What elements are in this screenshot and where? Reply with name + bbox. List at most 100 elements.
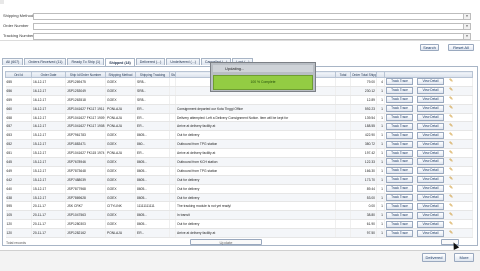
order-number-field[interactable]: ▼ [33, 23, 471, 30]
table-cell: GOEX [105, 86, 136, 96]
more-button[interactable]: More [454, 253, 474, 262]
search-button[interactable]: Search [420, 44, 439, 51]
edit-icon[interactable]: ✎ [449, 105, 453, 111]
view-detail-button[interactable]: View Detail [417, 229, 444, 237]
tab-3[interactable]: Shipped (18) [105, 58, 135, 66]
table-row[interactable]: 595 20-11-17 JSK CRK7 CITYLINK 11111111111 Th… [5, 201, 473, 212]
edit-icon[interactable]: ✎ [449, 167, 453, 173]
table-row[interactable]: 651 15-12-17 JSP1041627 FK115 1974 PONLAJU E… [5, 148, 473, 159]
chevron-down-icon[interactable]: ▼ [463, 14, 470, 19]
table-cell: CITYLINK [105, 201, 136, 212]
table-cell: ER... [135, 121, 170, 132]
table-cell: 15-12-17 [31, 175, 66, 185]
track-trace-button[interactable]: Track Trace [386, 105, 413, 113]
edit-icon[interactable]: ✎ [449, 212, 453, 218]
view-detail-button[interactable]: View Detail [417, 220, 444, 228]
reset-all-button[interactable]: Reset All [448, 44, 474, 51]
table-row[interactable]: 120 20-11-17 JSP1280303 GOEX 8605... Out for … [5, 219, 473, 230]
track-trace-button[interactable]: Track Trace [386, 122, 413, 130]
view-detail-button[interactable]: View Detail [417, 158, 444, 166]
edit-icon[interactable]: ✎ [449, 87, 453, 93]
view-detail-button[interactable]: View Detail [417, 96, 444, 104]
table-row[interactable]: 642 15-12-17 JSP7488039 GOEX 8605... Out for … [5, 175, 473, 185]
table-cell [175, 95, 336, 105]
tab-5[interactable]: Undelivered (...) [166, 58, 200, 65]
edit-icon[interactable]: ✎ [449, 194, 453, 200]
track-trace-button[interactable]: Track Trace [386, 229, 413, 237]
edit-icon[interactable]: ✎ [449, 203, 453, 209]
track-trace-button[interactable]: Track Trace [386, 211, 413, 219]
edit-icon[interactable]: ✎ [449, 78, 453, 84]
track-trace-button[interactable]: Track Trace [386, 220, 413, 228]
view-detail-button[interactable]: View Detail [417, 140, 444, 148]
view-detail-button[interactable]: View Detail [417, 122, 444, 130]
tab-2[interactable]: Ready To Ship (1) [67, 58, 105, 65]
table-row[interactable]: 659 16-12-17 JSP1263518 GOEX SR8... 12.89 1 Tra… [5, 95, 473, 105]
table-row[interactable]: 660 16-12-17 JSP1041627 FK117 1911 PONLAJU E… [5, 104, 473, 114]
table-row[interactable]: 649 15-12-17 JSP7873648 GOEX 8605... Outbound… [5, 166, 473, 176]
table-row[interactable]: 657 16-12-17 JSP1041627 FK117 1908 PONLAJU E… [5, 121, 473, 132]
tab-4[interactable]: Delivered (...) [135, 58, 166, 65]
view-detail-button[interactable]: View Detail [417, 211, 444, 219]
track-trace-button[interactable]: Track Trace [386, 78, 413, 86]
chevron-down-icon[interactable]: ▼ [463, 34, 470, 39]
tab-0[interactable]: All (607) [2, 58, 24, 65]
table-cell: 1 [376, 175, 385, 185]
table-row[interactable]: 105 20-11-17 JSP1047563 GOEX 8605... In trans… [5, 210, 473, 221]
edit-icon[interactable]: ✎ [449, 221, 453, 227]
view-detail-button[interactable]: View Detail [417, 176, 444, 184]
view-detail-button[interactable]: View Detail [417, 202, 444, 210]
chevron-down-icon[interactable]: ▼ [463, 24, 470, 29]
edit-icon[interactable]: ✎ [449, 150, 453, 156]
track-trace-button[interactable]: Track Trace [386, 185, 413, 193]
tracking-number-field[interactable]: ▼ [33, 33, 471, 40]
shipping-method-label: Shipping Method [3, 13, 34, 18]
track-trace-button[interactable]: Track Trace [386, 158, 413, 166]
track-trace-button[interactable]: Track Trace [386, 202, 413, 210]
shipping-method-select[interactable]: ▼ [33, 13, 471, 20]
update-button[interactable]: Update [190, 239, 262, 245]
edit-icon[interactable]: ✎ [449, 230, 453, 236]
table-row[interactable]: 658 16-12-17 JSP1041627 FK117 1909 PONLAJU E… [5, 113, 473, 123]
progress-bar: 100 % Complete [213, 75, 313, 90]
view-detail-button[interactable]: View Detail [417, 149, 444, 157]
edit-icon[interactable]: ✎ [449, 158, 453, 164]
edit-icon[interactable]: ✎ [449, 132, 453, 138]
track-trace-button[interactable]: Track Trace [386, 194, 413, 201]
view-detail-button[interactable]: View Detail [417, 105, 444, 113]
edit-icon[interactable]: ✎ [449, 141, 453, 147]
view-detail-button[interactable]: View Detail [417, 167, 444, 175]
view-detail-button[interactable]: View Detail [417, 131, 444, 139]
table-row[interactable]: 645 15-12-17 JSP7678946 GOEX 8605... Outbound… [5, 157, 473, 167]
edit-icon[interactable]: ✎ [449, 114, 453, 120]
row-actions: Track Trace View Detail ✎ [384, 201, 473, 212]
delivered-button[interactable]: Delivered [422, 253, 446, 262]
table-row[interactable]: 120 20-11-17 JSP1282162 PONLAJU ER... Arrive … [5, 228, 473, 239]
track-trace-button[interactable]: Track Trace [386, 131, 413, 139]
table-cell: 20-11-17 [31, 210, 66, 221]
edit-icon[interactable]: ✎ [449, 185, 453, 191]
view-detail-button[interactable]: View Detail [417, 78, 444, 86]
table-row[interactable]: 638 15-12-17 JSP7869628 GOEX 8605... Out for … [5, 193, 473, 203]
tab-1[interactable]: Orders Received (11) [24, 58, 67, 65]
view-detail-button[interactable]: View Detail [417, 114, 444, 121]
track-trace-button[interactable]: Track Trace [386, 96, 413, 104]
edit-icon[interactable]: ✎ [449, 176, 453, 182]
view-detail-button[interactable]: View Detail [417, 185, 444, 193]
track-trace-button[interactable]: Track Trace [386, 87, 413, 95]
edit-icon[interactable]: ✎ [449, 123, 453, 129]
track-trace-button[interactable]: Track Trace [386, 167, 413, 175]
table-row[interactable]: 652 15-12-17 JSP1883471 GOEX 860... Outbound … [5, 139, 473, 150]
table-row[interactable]: 640 15-12-17 JSP7877968 GOEX 8605... Out for … [5, 184, 473, 194]
edit-icon[interactable]: ✎ [449, 96, 453, 102]
view-detail-button[interactable]: View Detail [417, 87, 444, 95]
track-trace-button[interactable]: Track Trace [386, 176, 413, 184]
table-cell: 20-11-17 [31, 219, 66, 230]
track-trace-button[interactable]: Track Trace [386, 114, 413, 121]
track-trace-button[interactable]: Track Trace [386, 149, 413, 157]
table-cell: 230.12 [350, 86, 377, 96]
table-row[interactable]: 653 15-12-17 JSP7961783 GOEX 8605... Out for … [5, 130, 473, 141]
track-trace-button[interactable]: Track Trace [386, 140, 413, 148]
view-detail-button[interactable]: View Detail [417, 194, 444, 201]
table-cell [335, 210, 351, 221]
